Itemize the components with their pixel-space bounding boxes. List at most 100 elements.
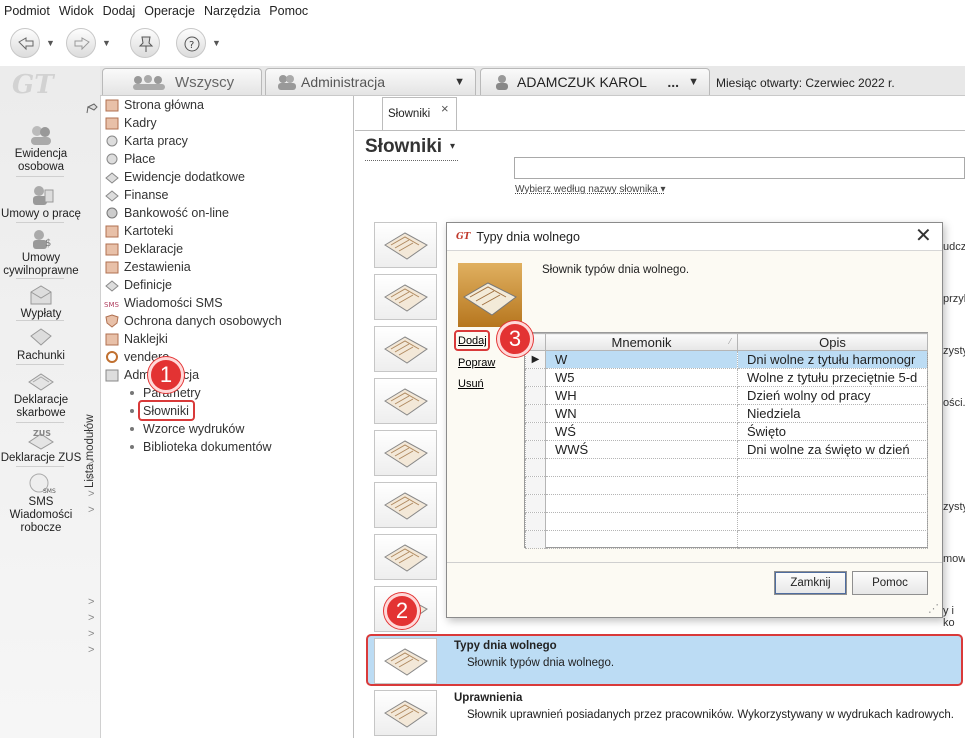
menu-pomoc[interactable]: Pomoc: [269, 4, 308, 18]
table-row[interactable]: WH Dzień wolny od pracy: [525, 386, 928, 405]
menu-narzedzia[interactable]: Narzędzia: [204, 4, 260, 18]
shield-icon: [105, 314, 119, 328]
nav-ochrona-danych[interactable]: Ochrona danych osobowych: [104, 312, 282, 330]
tab-employee[interactable]: ADAMCZUK KAROL ... ▼: [480, 68, 710, 95]
dictionary-item-icon[interactable]: [374, 534, 437, 580]
table-row-empty[interactable]: [525, 530, 928, 549]
nav-karta-pracy[interactable]: Karta pracy: [104, 132, 188, 150]
close-icon[interactable]: ×: [441, 101, 449, 116]
table-row[interactable]: WWŚ Dni wolne za święto w dzień: [525, 440, 928, 459]
nav-wiadomosci-sms[interactable]: SMS Wiadomości SMS: [104, 294, 223, 312]
home-icon: [105, 99, 119, 112]
table-row-empty[interactable]: [525, 512, 928, 531]
module-sms-wiadomosci[interactable]: SMS SMS Wiadomości robocze: [0, 472, 82, 535]
open-month-label: Miesiąc otwarty: Czerwiec 2022 r.: [716, 75, 895, 90]
table-row[interactable]: WN Niedziela: [525, 404, 928, 423]
back-arrow-icon: [18, 37, 34, 51]
bank-icon: [106, 207, 118, 219]
group-people-icon: [133, 75, 165, 90]
usun-link[interactable]: Usuń: [458, 378, 484, 390]
nav-sub-wzorce-wydrukow[interactable]: Wzorce wydruków: [130, 420, 244, 438]
dictionary-item-icon[interactable]: [374, 638, 437, 684]
table-row[interactable]: W5 Wolne z tytułu przeciętnie 5-d: [525, 368, 928, 387]
menu-widok[interactable]: Widok: [59, 4, 94, 18]
chevron-down-icon[interactable]: ▾: [450, 141, 455, 152]
pomoc-button[interactable]: Pomoc: [852, 571, 928, 595]
pin-button[interactable]: [130, 28, 160, 58]
nav-sub-biblioteka-dokumentow[interactable]: Biblioteka dokumentów: [130, 438, 272, 456]
table-row-empty[interactable]: [525, 476, 928, 495]
chevron-right-icon[interactable]: >: [88, 644, 94, 656]
dropdown-arrow-icon[interactable]: ▼: [688, 76, 699, 88]
module-deklaracje-skarbowe[interactable]: Deklaracje skarbowe: [0, 370, 82, 420]
nav-zestawienia[interactable]: Zestawienia: [104, 258, 191, 276]
chevron-right-icon[interactable]: >: [88, 488, 94, 500]
nav-kadry[interactable]: Kadry: [104, 114, 157, 132]
module-ewidencja-osobowa[interactable]: Ewidencja osobowa: [0, 124, 82, 174]
nav-ewidencje-dodatkowe[interactable]: Ewidencje dodatkowe: [104, 168, 245, 186]
nav-definicje[interactable]: Definicje: [104, 276, 172, 294]
close-icon[interactable]: ✕: [915, 226, 932, 246]
more-button[interactable]: ...: [667, 74, 679, 90]
popraw-link[interactable]: Popraw: [458, 357, 495, 369]
chevron-right-icon[interactable]: >: [88, 612, 94, 624]
dictionary-item-icon[interactable]: [374, 482, 437, 528]
nav-finanse[interactable]: Finanse: [104, 186, 168, 204]
nav-kartoteki[interactable]: Kartoteki: [104, 222, 173, 240]
chevron-right-icon[interactable]: >: [88, 472, 94, 484]
zamknij-button[interactable]: Zamknij: [774, 571, 847, 595]
forward-button[interactable]: [66, 28, 96, 58]
forward-dropdown-arrow-icon[interactable]: ▼: [102, 38, 111, 48]
nav-bankowosc[interactable]: Bankowość on-line: [104, 204, 229, 222]
entry-title[interactable]: Typy dnia wolnego: [454, 640, 557, 652]
chevron-right-icon[interactable]: >: [88, 504, 94, 516]
module-deklaracje-zus[interactable]: ZUS Deklaracje ZUS: [0, 428, 82, 465]
chevron-right-icon[interactable]: >: [88, 456, 94, 468]
chevron-right-icon[interactable]: >: [88, 628, 94, 640]
module-divider: [16, 278, 64, 279]
table-row[interactable]: ▶ W Dni wolne z tytułu harmonogr: [525, 350, 928, 369]
dropdown-arrow-icon[interactable]: ▼: [454, 76, 465, 88]
nav-naklejki[interactable]: Naklejki: [104, 330, 168, 348]
table-row[interactable]: WŚ Święto: [525, 422, 928, 441]
tab-wszyscy[interactable]: Wszyscy: [102, 68, 262, 95]
column-opis[interactable]: Opis: [737, 333, 928, 351]
dictionary-item-icon[interactable]: [374, 430, 437, 476]
resize-grip-icon[interactable]: ⋰: [928, 602, 939, 615]
help-dropdown-arrow-icon[interactable]: ▼: [212, 38, 221, 48]
back-dropdown-arrow-icon[interactable]: ▼: [46, 38, 55, 48]
module-umowy-o-prace[interactable]: Umowy o pracę: [0, 184, 82, 221]
book-icon: [384, 284, 428, 312]
module-rachunki[interactable]: Rachunki: [0, 326, 82, 363]
menu-operacje[interactable]: Operacje: [144, 4, 195, 18]
dictionary-item-icon[interactable]: [374, 326, 437, 372]
search-input[interactable]: [514, 157, 965, 179]
nav-place[interactable]: Płace: [104, 150, 155, 168]
entry-title[interactable]: Uprawnienia: [454, 692, 522, 704]
back-button[interactable]: [10, 28, 40, 58]
menu-dodaj[interactable]: Dodaj: [103, 4, 136, 18]
people-icon: [278, 75, 296, 90]
search-mode-link[interactable]: Wybierz według nazwy słownika ▾: [515, 184, 666, 195]
dictionary-item-icon[interactable]: [374, 274, 437, 320]
module-umowy-cywilnoprawne[interactable]: $ Umowy cywilnoprawne: [0, 228, 82, 278]
dialog-description: Słownik typów dnia wolnego.: [542, 264, 690, 276]
dictionary-item-icon[interactable]: [374, 378, 437, 424]
nav-strona-glowna[interactable]: Strona główna: [104, 96, 204, 114]
dictionary-item-icon[interactable]: [374, 690, 437, 736]
tab-administracja[interactable]: Administracja ▼: [265, 68, 476, 95]
table-row-empty[interactable]: [525, 458, 928, 477]
dictionary-item-icon[interactable]: [374, 222, 437, 268]
tax-doc-icon: [28, 373, 54, 391]
nav-deklaracje[interactable]: Deklaracje: [104, 240, 183, 258]
help-button[interactable]: ?: [176, 28, 206, 58]
module-wyplaty[interactable]: Wypłaty: [0, 284, 82, 321]
table-row-empty[interactable]: [525, 494, 928, 513]
declarations-icon: [105, 243, 119, 256]
page-title[interactable]: Słowniki: [365, 136, 442, 158]
column-mnemonik[interactable]: Mnemonik ⁄: [545, 333, 738, 351]
chevron-right-icon[interactable]: >: [88, 596, 94, 608]
menu-podmiot[interactable]: Podmiot: [4, 4, 50, 18]
module-divider: [16, 364, 64, 365]
pin-icon[interactable]: [85, 102, 99, 116]
